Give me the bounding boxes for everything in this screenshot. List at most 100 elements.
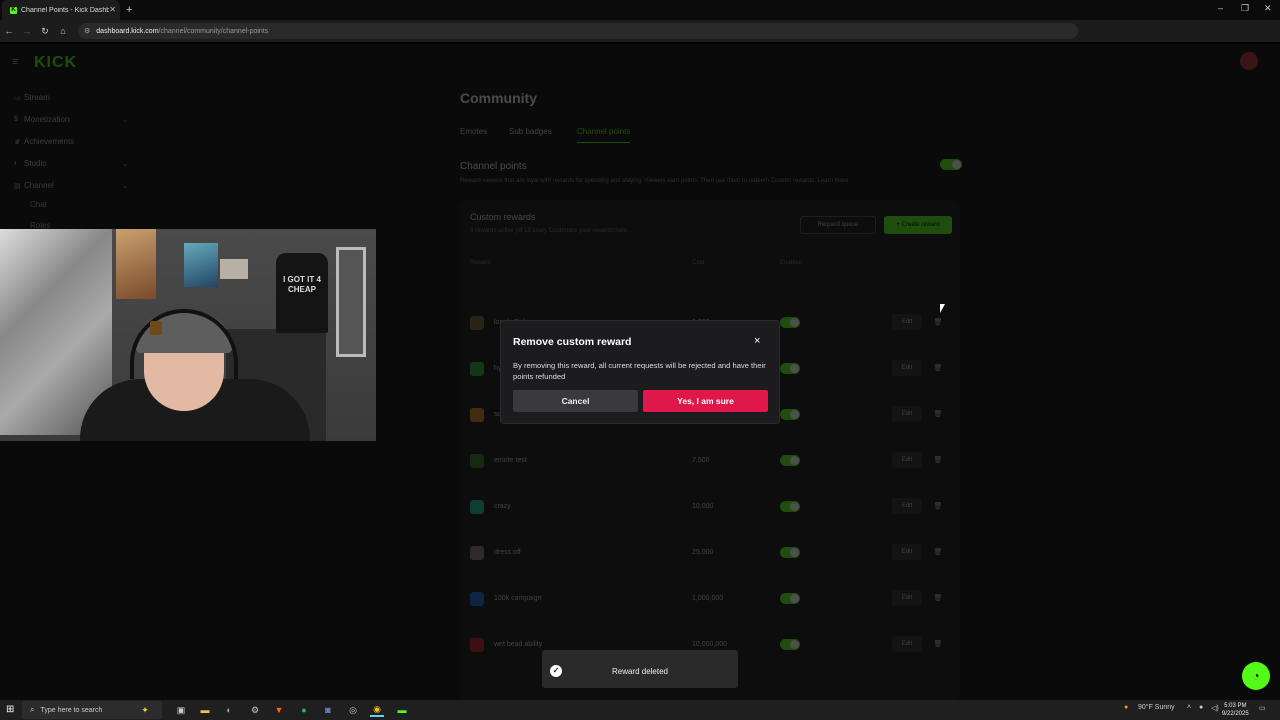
url-field[interactable]: ⚙ dashboard.kick.com/channel/community/c… <box>78 23 1078 39</box>
microphone-icon[interactable]: ● <box>1199 704 1203 711</box>
kick-app-icon[interactable]: ▬ <box>395 703 409 717</box>
reward-enabled-toggle[interactable] <box>780 547 800 558</box>
taskbar-search-placeholder: Type here to search <box>40 706 103 714</box>
tab-emotes[interactable]: Emotes <box>460 127 487 136</box>
tab-channel-points[interactable]: Channel points <box>577 127 631 143</box>
avatar[interactable] <box>1240 52 1258 70</box>
support-chat-button[interactable]: ◔ <box>1242 662 1270 690</box>
volume-icon[interactable]: ◁) <box>1211 704 1219 712</box>
edit-reward-button[interactable]: Edit <box>892 406 922 422</box>
reward-row: dress off 25,000 Edit 🗑 <box>460 530 960 576</box>
edit-reward-button[interactable]: Edit <box>892 636 922 652</box>
column-header-reward: Reward <box>470 260 491 266</box>
sidebar-item[interactable]: $ Monetization ⌄ <box>14 115 128 124</box>
taskbar-clock[interactable]: 5:03 PM 9/22/2025 <box>1222 702 1249 718</box>
back-icon[interactable]: ← <box>0 26 18 36</box>
chat-bubble-icon: ◔ <box>1252 669 1260 683</box>
sidebar-item-icon: ♛ <box>14 138 21 146</box>
discord-icon[interactable]: ◙ <box>321 703 335 717</box>
cancel-button[interactable]: Cancel <box>513 390 638 412</box>
edit-reward-button[interactable]: Edit <box>892 544 922 560</box>
windows-start-icon[interactable]: ⊞ <box>6 704 14 715</box>
sidebar-item[interactable]: ▭ Stream <box>14 93 50 102</box>
sidebar-item[interactable]: ◐ Studio ⌄ <box>14 159 128 168</box>
browser-tab-bar: K Channel Points - Kick Dashboo ✕ + – ❐ … <box>0 0 1280 20</box>
reward-enabled-toggle[interactable] <box>780 317 800 328</box>
delete-reward-icon[interactable]: 🗑 <box>930 406 946 422</box>
create-reward-button[interactable]: + Create reward <box>884 216 952 234</box>
weather-text[interactable]: 90°F Sunny <box>1138 704 1175 711</box>
reward-icon <box>470 454 484 468</box>
sidebar-item-icon: ▭ <box>14 94 21 102</box>
delete-reward-icon[interactable]: 🗑 <box>930 314 946 330</box>
file-explorer-icon[interactable]: ▬ <box>198 703 212 717</box>
obs-icon[interactable]: ◎ <box>346 703 360 717</box>
webcam-poster <box>184 243 218 287</box>
reward-enabled-toggle[interactable] <box>780 409 800 420</box>
tab-close-icon[interactable]: ✕ <box>109 5 116 14</box>
reload-icon[interactable]: ↻ <box>36 26 54 37</box>
channel-points-description: Reward viewers that are loyal with rewar… <box>460 178 849 184</box>
sidebar-item-label: Monetization <box>24 115 70 124</box>
reward-row: crazy 10,000 Edit 🗑 <box>460 484 960 530</box>
sidebar-sub-item[interactable]: Chat <box>30 200 47 209</box>
window-close-icon[interactable]: ✕ <box>1264 3 1272 14</box>
reward-icon <box>470 316 484 330</box>
delete-reward-icon[interactable]: 🗑 <box>930 544 946 560</box>
delete-reward-icon[interactable]: 🗑 <box>930 636 946 652</box>
minimize-icon[interactable]: – <box>1218 3 1223 13</box>
reward-icon <box>470 500 484 514</box>
reward-enabled-toggle[interactable] <box>780 455 800 466</box>
chevron-down-icon: ⌄ <box>122 160 128 168</box>
reward-enabled-toggle[interactable] <box>780 501 800 512</box>
settings-gear-icon[interactable]: ⚙ <box>248 703 262 717</box>
edit-reward-button[interactable]: Edit <box>892 360 922 376</box>
restore-icon[interactable]: ❐ <box>1241 3 1249 14</box>
request-queue-button[interactable]: Request queue <box>800 216 876 234</box>
modal-title: Remove custom reward <box>513 336 632 348</box>
confirm-remove-button[interactable]: Yes, I am sure <box>643 390 768 412</box>
delete-reward-icon[interactable]: 🗑 <box>930 498 946 514</box>
edit-reward-button[interactable]: Edit <box>892 590 922 606</box>
reward-enabled-toggle[interactable] <box>780 639 800 650</box>
delete-reward-icon[interactable]: 🗑 <box>930 590 946 606</box>
task-view-icon[interactable]: ▣ <box>174 703 188 717</box>
custom-rewards-title: Custom rewards <box>470 212 536 222</box>
hamburger-menu-icon[interactable]: ≡ <box>12 56 18 68</box>
browser-tab[interactable]: K Channel Points - Kick Dashboo ✕ <box>2 0 120 20</box>
toast-text: Reward deleted <box>611 667 669 676</box>
tray-chevron-icon[interactable]: ˄ <box>1187 704 1191 711</box>
spotify-icon[interactable]: ● <box>297 703 311 717</box>
close-icon[interactable]: × <box>754 335 760 347</box>
reward-enabled-toggle[interactable] <box>780 363 800 374</box>
delete-reward-icon[interactable]: 🗑 <box>930 452 946 468</box>
sidebar-item[interactable]: ♛ Achievements <box>14 137 74 146</box>
new-tab-icon[interactable]: + <box>126 4 132 16</box>
reward-enabled-toggle[interactable] <box>780 593 800 604</box>
reward-row: emote test 7,500 Edit 🗑 <box>460 438 960 484</box>
edit-reward-button[interactable]: Edit <box>892 314 922 330</box>
sidebar-item[interactable]: ▤ Channel ⌄ <box>14 181 128 190</box>
kick-logo[interactable]: KICK <box>34 54 77 72</box>
chevron-down-icon: ⌄ <box>122 182 128 190</box>
home-icon[interactable]: ⌂ <box>54 26 72 36</box>
copilot-icon[interactable]: ✦ <box>138 703 152 717</box>
reward-cost: 10,000 <box>692 503 714 510</box>
delete-reward-icon[interactable]: 🗑 <box>930 360 946 376</box>
notification-icon[interactable]: ▭ <box>1259 704 1266 712</box>
edit-reward-button[interactable]: Edit <box>892 498 922 514</box>
edit-reward-button[interactable]: Edit <box>892 452 922 468</box>
chrome-icon[interactable]: ◉ <box>370 703 384 717</box>
sidebar-item-icon: $ <box>14 116 18 123</box>
webcam-poster <box>220 259 248 279</box>
site-info-icon[interactable]: ⚙ <box>84 27 90 35</box>
webcam-shirt-text: I GOT IT 4 CHEAP <box>283 275 321 294</box>
channel-points-label: Channel points <box>460 161 527 172</box>
steam-icon[interactable]: ◐ <box>222 703 236 717</box>
tab-sub-badges[interactable]: Sub badges <box>509 127 552 136</box>
brave-icon[interactable]: ▼ <box>272 703 286 717</box>
webcam-hat-badge <box>150 321 162 335</box>
forward-icon[interactable]: → <box>18 26 36 36</box>
address-bar-row: ← → ↻ ⌂ ⚙ dashboard.kick.com/channel/com… <box>0 20 1280 56</box>
channel-points-toggle[interactable] <box>940 159 962 170</box>
